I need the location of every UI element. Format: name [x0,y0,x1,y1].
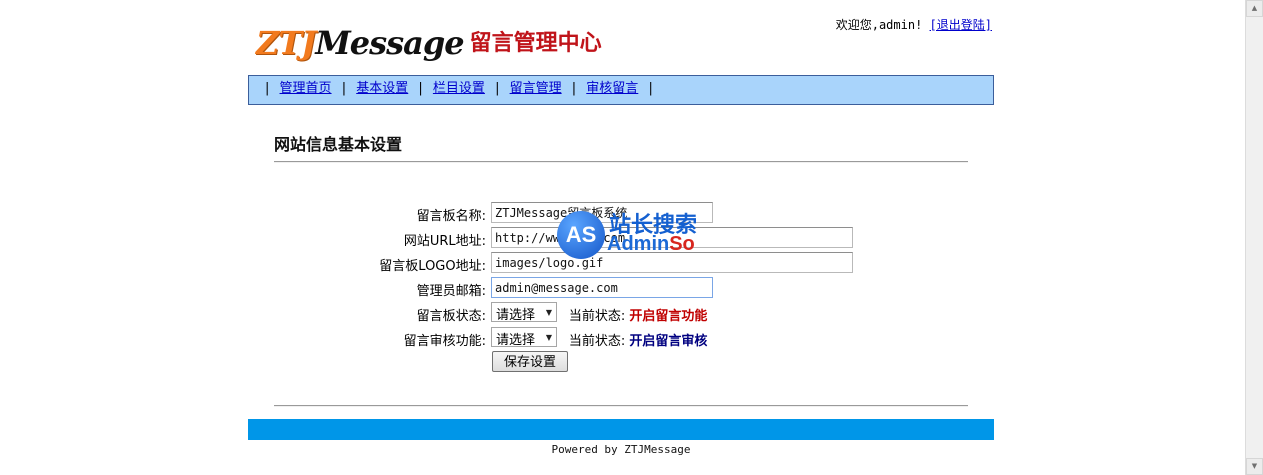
board-status-current: 当前状态: 开启留言功能 [569,302,708,324]
nav-separator: | [495,81,500,96]
review-status-group: 请选择 ▼ 当前状态: 开启留言审核 [491,327,707,349]
main-nav: | 管理首页 | 基本设置 | 栏目设置 | 留言管理 | 审核留言 | [248,75,994,105]
nav-item-column-settings[interactable]: 栏目设置 [433,81,485,96]
review-status-current-label: 当前状态: [568,334,626,349]
form-row-review-status: 留言审核功能: 请选择 ▼ 当前状态: 开启留言审核 [300,327,1000,351]
nav-separator: | [648,81,653,96]
board-status-select[interactable]: 请选择 ▼ [491,302,557,323]
logo-title-cn: 留言管理中心 [469,30,602,56]
nav-item-review-messages[interactable]: 审核留言 [586,81,638,96]
site-logo: ZTJMessage 留言管理中心 [256,24,602,66]
chevron-down-icon: ▼ [545,308,552,317]
review-status-select[interactable]: 请选择 ▼ [491,327,557,348]
save-settings-button[interactable]: 保存设置 [492,351,568,372]
logo-message-text: Message [315,24,464,62]
board-status-label: 留言板状态: [416,309,486,324]
logo-ztj-text: ZTJ [256,24,316,62]
admin-email-input[interactable] [491,277,713,298]
page-title: 网站信息基本设置 [274,135,403,154]
logo-url-label: 留言板LOGO地址: [379,259,486,274]
board-name-label: 留言板名称: [416,209,486,224]
logout-link[interactable]: [退出登陆] [930,18,992,32]
review-status-current: 当前状态: 开启留言审核 [569,327,708,349]
board-status-selected: 请选择 [496,308,536,323]
nav-separator: | [265,81,270,96]
admin-email-label: 管理员邮箱: [416,284,486,299]
nav-item-basic-settings[interactable]: 基本设置 [356,81,408,96]
powered-by-text: Powered by ZTJMessage [551,443,691,456]
top-divider [274,161,968,163]
bottom-divider [274,405,968,407]
nav-separator: | [418,81,423,96]
nav-separator: | [341,81,347,96]
board-status-group: 请选择 ▼ 当前状态: 开启留言功能 [491,302,707,324]
review-status-selected: 请选择 [496,333,536,348]
vertical-scrollbar[interactable]: ▲ ▼ [1245,0,1263,475]
watermark-en: AdminSo [607,233,695,256]
watermark-en-suffix: So [669,233,695,255]
board-status-current-value: 开启留言功能 [629,309,708,324]
board-status-current-label: 当前状态: [568,309,626,324]
form-row-board-status: 留言板状态: 请选择 ▼ 当前状态: 开启留言功能 [300,302,1000,326]
review-status-current-value: 开启留言审核 [629,334,708,349]
user-bar: 欢迎您,admin! [退出登陆] [836,16,992,33]
scroll-up-arrow-icon[interactable]: ▲ [1246,0,1263,17]
site-url-label: 网站URL地址: [403,234,486,249]
watermark-logo: AS 站长搜索 AdminSo [557,207,717,263]
scroll-down-arrow-icon[interactable]: ▼ [1246,458,1263,475]
chevron-down-icon: ▼ [545,333,552,342]
watermark-badge: AS [557,211,605,259]
review-status-label: 留言审核功能: [403,334,486,349]
nav-separator: | [571,81,577,96]
watermark-en-prefix: Admin [607,233,670,255]
nav-item-message-management[interactable]: 留言管理 [510,81,562,96]
welcome-text: 欢迎您,admin! [835,18,923,32]
footer-bar [248,419,994,440]
form-row-admin-email: 管理员邮箱: [300,277,1000,301]
nav-item-home[interactable]: 管理首页 [280,81,332,96]
